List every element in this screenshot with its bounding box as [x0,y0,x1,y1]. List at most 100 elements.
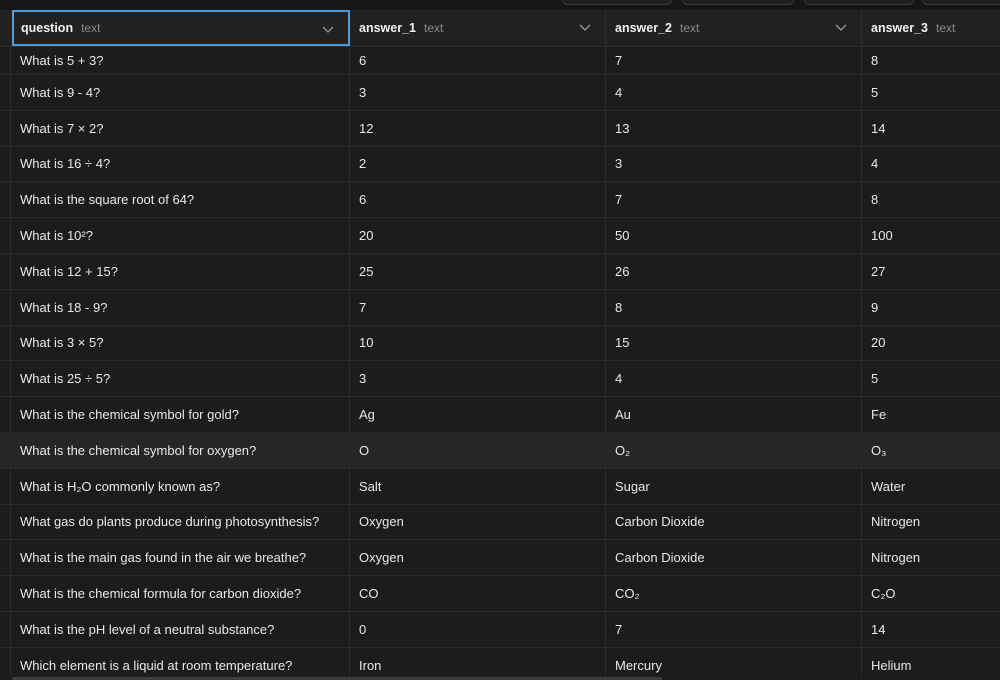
row-gutter[interactable] [0,146,11,182]
table-cell-answer-3[interactable]: Fe [862,397,1000,432]
row-gutter[interactable] [0,75,11,110]
table-cell-question[interactable]: What is the square root of 64? [11,182,350,218]
table-cell-answer-2[interactable]: 13 [606,110,862,146]
table-cell-answer-1[interactable]: 3 [350,361,606,397]
chevron-down-icon[interactable] [579,22,591,32]
table-row[interactable]: What is 12 + 15? 25 26 27 [0,253,1000,290]
table-row[interactable]: What is 3 × 5? 10 15 20 [0,325,1000,362]
table-row[interactable]: What gas do plants produce during photos… [0,504,1000,541]
table-row[interactable]: What is the chemical formula for carbon … [0,576,1000,612]
table-row[interactable]: What is 25 ÷ 5? 3 4 5 [0,361,1000,398]
table-cell-answer-3[interactable]: 5 [862,361,1000,396]
table-cell-answer-2[interactable]: O₂ [606,432,862,468]
row-gutter[interactable] [0,361,11,397]
toolbar-tab[interactable] [562,0,672,5]
table-cell-answer-2[interactable]: 50 [606,218,862,253]
table-cell-answer-2[interactable]: Carbon Dioxide [606,540,862,576]
table-cell-answer-2[interactable]: Sugar [606,468,862,504]
table-cell-question[interactable]: What is 25 ÷ 5? [11,361,350,397]
table-cell-question[interactable]: What is 12 + 15? [11,253,350,289]
row-gutter[interactable] [0,397,11,432]
table-row[interactable]: What is the main gas found in the air we… [0,540,1000,577]
table-cell-answer-2[interactable]: 3 [606,146,862,182]
table-cell-answer-1[interactable]: 12 [350,110,606,146]
table-cell-answer-1[interactable]: 6 [350,47,606,74]
table-row[interactable]: What is 5 + 3? 6 7 8 [0,47,1000,75]
row-gutter[interactable] [0,110,11,146]
table-cell-answer-1[interactable]: Oxygen [350,504,606,540]
table-cell-answer-2[interactable]: 15 [606,325,862,361]
horizontal-scrollbar[interactable] [0,676,1000,680]
table-cell-answer-1[interactable]: 10 [350,325,606,361]
table-cell-answer-2[interactable]: 4 [606,361,862,397]
table-cell-answer-2[interactable]: Carbon Dioxide [606,504,862,540]
row-gutter[interactable] [0,325,11,361]
table-cell-answer-3[interactable]: O₃ [862,433,1000,468]
table-cell-answer-3[interactable]: Nitrogen [862,505,1000,540]
table-cell-answer-2[interactable]: 4 [606,75,862,110]
row-gutter[interactable] [0,504,11,540]
row-gutter[interactable] [0,468,11,504]
table-cell-answer-3[interactable]: Nitrogen [862,540,1000,575]
column-header-answer-3[interactable]: answer_3 text [862,10,1000,46]
table-cell-question[interactable]: What is 9 - 4? [11,75,350,110]
toolbar-tab[interactable] [922,0,1000,5]
table-cell-answer-2[interactable]: 7 [606,47,862,74]
table-cell-question[interactable]: What is 16 ÷ 4? [11,146,350,182]
column-header-answer-2[interactable]: answer_2 text [606,10,862,46]
table-cell-answer-1[interactable]: 2 [350,146,606,182]
table-row[interactable]: What is the square root of 64? 6 7 8 [0,182,1000,219]
row-gutter[interactable] [0,540,11,576]
row-gutter[interactable] [0,611,11,647]
row-gutter[interactable] [0,253,11,289]
table-row[interactable]: What is 9 - 4? 3 4 5 [0,75,1000,111]
table-cell-answer-3[interactable]: 20 [862,326,1000,361]
row-gutter[interactable] [0,576,11,611]
table-cell-answer-2[interactable]: Au [606,397,862,432]
table-cell-answer-3[interactable]: 8 [862,182,1000,217]
row-gutter[interactable] [0,289,11,325]
table-cell-question[interactable]: What is 7 × 2? [11,110,350,146]
column-header-answer-1[interactable]: answer_1 text [350,10,606,46]
table-cell-question[interactable]: What is the chemical formula for carbon … [11,576,350,611]
table-cell-answer-3[interactable]: 8 [862,47,1000,74]
table-cell-question[interactable]: What gas do plants produce during photos… [11,504,350,540]
table-cell-question[interactable]: What is 18 - 9? [11,289,350,325]
table-cell-answer-3[interactable]: 5 [862,75,1000,110]
column-header-question[interactable]: question text [12,10,350,46]
table-cell-answer-3[interactable]: 9 [862,290,1000,325]
row-gutter[interactable] [0,182,11,218]
table-cell-answer-2[interactable]: 7 [606,182,862,218]
table-cell-question[interactable]: What is 5 + 3? [11,47,350,74]
table-cell-question[interactable]: What is the pH level of a neutral substa… [11,611,350,647]
chevron-down-icon[interactable] [835,22,847,32]
table-cell-answer-3[interactable]: Water [862,469,1000,504]
table-cell-answer-3[interactable]: 14 [862,612,1000,647]
table-cell-answer-3[interactable]: 4 [862,147,1000,182]
table-cell-answer-3[interactable]: 27 [862,254,1000,289]
table-cell-answer-3[interactable]: 14 [862,111,1000,146]
table-cell-answer-3[interactable]: C₂O [862,576,1000,611]
toolbar-tab[interactable] [682,0,794,5]
table-cell-answer-1[interactable]: CO [350,576,606,611]
table-cell-answer-3[interactable]: 100 [862,218,1000,253]
table-cell-answer-1[interactable]: Salt [350,468,606,504]
table-cell-answer-1[interactable]: 7 [350,289,606,325]
row-gutter[interactable] [0,432,11,468]
table-row[interactable]: What is 7 × 2? 12 13 14 [0,110,1000,147]
table-cell-answer-1[interactable]: Oxygen [350,540,606,576]
table-row[interactable]: What is the chemical symbol for gold? Ag A… [0,397,1000,433]
row-gutter[interactable] [0,47,11,74]
table-cell-question[interactable]: What is 3 × 5? [11,325,350,361]
table-cell-answer-2[interactable]: 8 [606,289,862,325]
toolbar-tab[interactable] [804,0,914,5]
table-cell-answer-1[interactable]: 20 [350,218,606,253]
table-row[interactable]: What is the pH level of a neutral substa… [0,611,1000,648]
table-cell-answer-2[interactable]: 26 [606,253,862,289]
table-cell-answer-1[interactable]: O [350,432,606,468]
table-row[interactable]: What is 10²? 20 50 100 [0,218,1000,254]
table-cell-question[interactable]: What is the main gas found in the air we… [11,540,350,576]
table-row[interactable]: What is 18 - 9? 7 8 9 [0,289,1000,326]
table-cell-question[interactable]: What is the chemical symbol for oxygen? [11,432,350,468]
table-cell-question[interactable]: What is the chemical symbol for gold? [11,397,350,432]
